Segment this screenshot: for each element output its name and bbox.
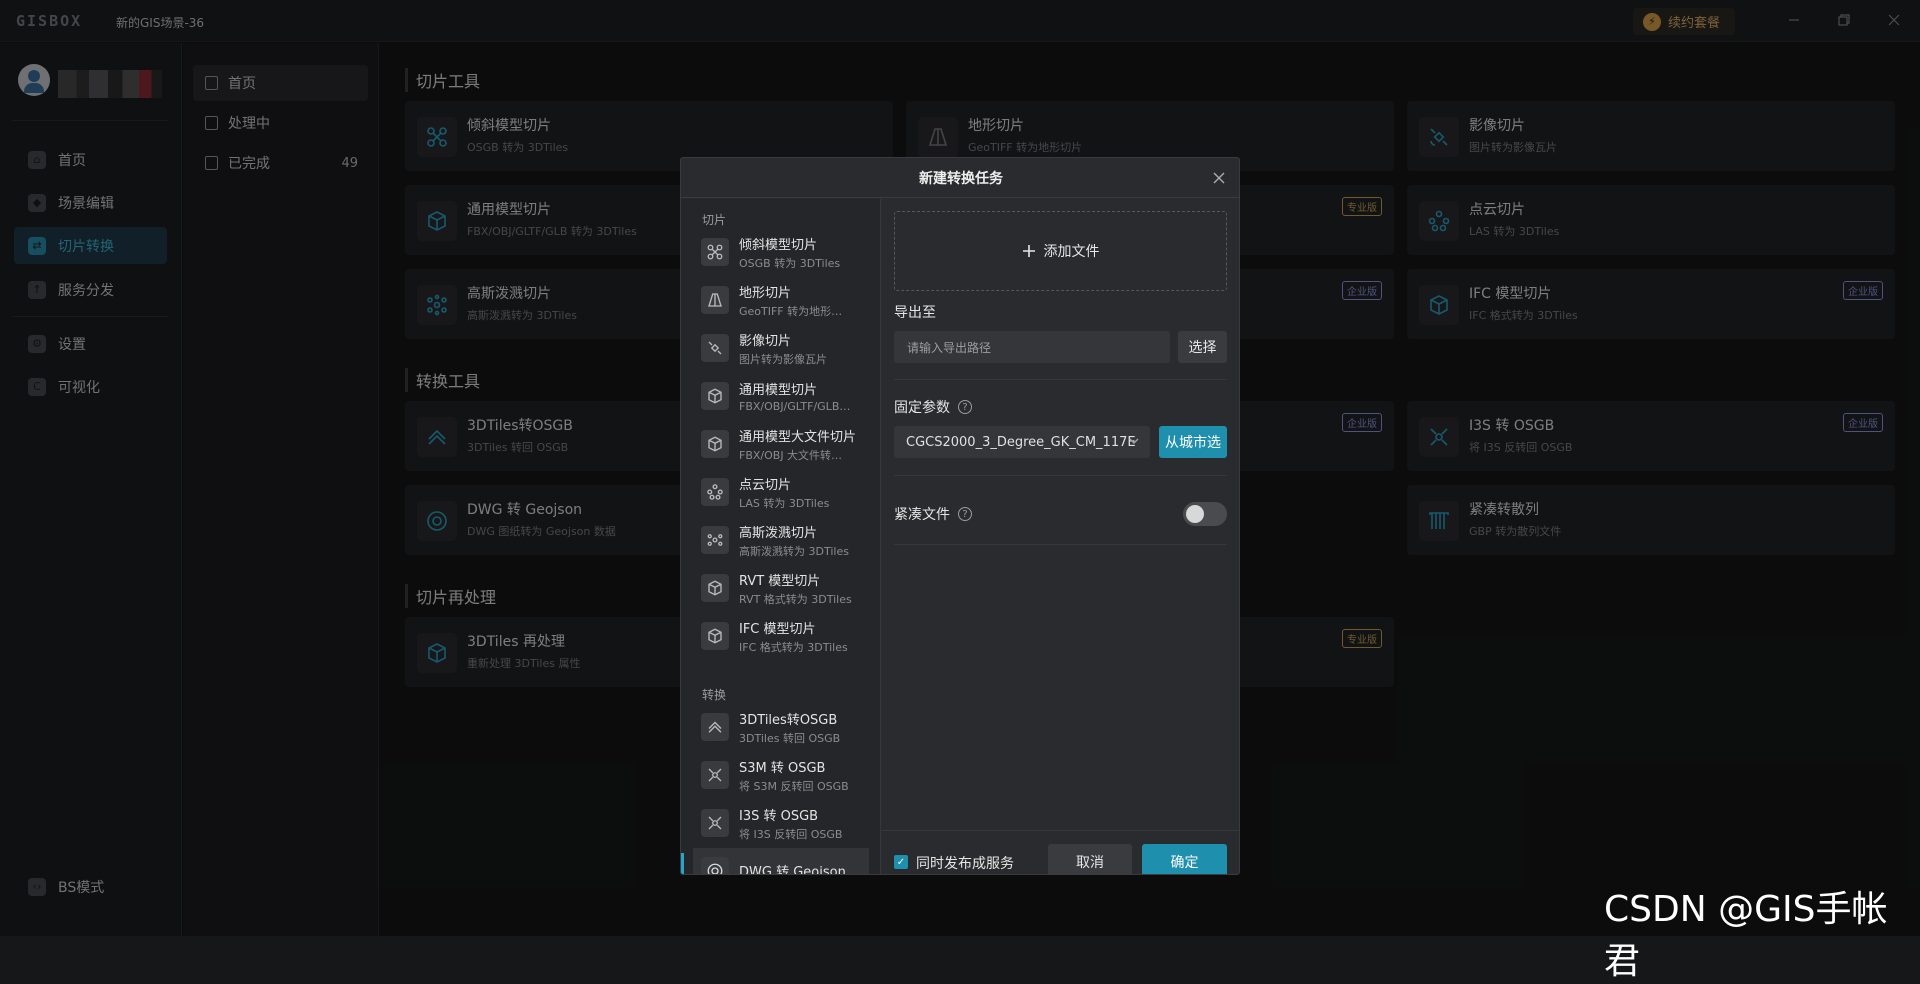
list-item-desc: 高斯泼溅转为 3DTiles — [739, 544, 849, 558]
list-item-title: 通用模型大文件切片 — [739, 429, 857, 445]
publish-label[interactable]: 同时发布成服务 — [916, 853, 1014, 873]
tool-list: 切片 倾斜模型切片 OSGB 转为 3DTiles 地形切片 GeoTIFF 转为地… — [681, 199, 881, 875]
list-item-title: S3M 转 OSGB — [739, 760, 826, 776]
crs-value: CGCS2000_3_Degree_GK_CM_117E — [906, 434, 1136, 450]
box-icon — [701, 622, 729, 650]
list-item[interactable]: 地形切片 GeoTIFF 转为地形… — [693, 277, 869, 323]
list-item-desc: 3DTiles 转回 OSGB — [739, 731, 841, 745]
close-icon[interactable] — [1211, 170, 1227, 186]
list-item-desc: FBX/OBJ/GLTF/GLB… — [739, 400, 851, 413]
list-item-title: DWG 转 Geojson — [739, 864, 846, 875]
list-item-desc: 图片转为影像瓦片 — [739, 352, 827, 366]
add-file-label: 添加文件 — [1043, 244, 1100, 260]
list-item-title: 点云切片 — [739, 477, 792, 493]
task-form: 添加文件 导出至 请输入导出路径 选择 固定参数 ? CGCS2000_3_De… — [882, 199, 1239, 874]
select-path-button[interactable]: 选择 — [1178, 331, 1227, 363]
cancel-button[interactable]: 取消 — [1048, 844, 1132, 874]
box-icon — [701, 574, 729, 602]
export-path-input[interactable]: 请输入导出路径 — [894, 331, 1170, 363]
list-item-title: 地形切片 — [739, 285, 792, 301]
form-divider — [894, 379, 1227, 380]
list-item[interactable]: 3DTiles转OSGB 3DTiles 转回 OSGB — [693, 704, 869, 750]
list-item-title: RVT 模型切片 — [739, 573, 821, 589]
terrain-icon — [701, 286, 729, 314]
layers-icon — [701, 713, 729, 741]
target-icon — [701, 857, 729, 874]
dialog-title: 新建转换任务 — [919, 170, 1003, 187]
list-item-title: 通用模型切片 — [739, 383, 818, 398]
select-from-city-button[interactable]: 从城市选 — [1159, 426, 1227, 458]
form-divider — [894, 475, 1227, 476]
box-icon — [701, 382, 729, 410]
list-item[interactable]: 通用模型切片 FBX/OBJ/GLTF/GLB… — [693, 373, 869, 419]
form-divider — [894, 544, 1227, 545]
gaussian-icon — [701, 526, 729, 554]
list-item[interactable]: 通用模型大文件切片 FBX/OBJ 大文件转… — [693, 421, 869, 467]
list-item-title: 3DTiles转OSGB — [739, 712, 838, 728]
list-item-desc: 将 S3M 反转回 OSGB — [739, 779, 849, 793]
list-item-desc: RVT 格式转为 3DTiles — [739, 592, 852, 606]
list-item-desc: FBX/OBJ 大文件转… — [739, 448, 843, 462]
dialog-header: 新建转换任务 — [681, 158, 1239, 198]
list-item-title: 影像切片 — [739, 333, 792, 349]
help-icon[interactable]: ? — [958, 507, 972, 521]
list-item[interactable]: 倾斜模型切片 OSGB 转为 3DTiles — [693, 229, 869, 275]
category-label: 切片 — [702, 213, 727, 227]
crs-select[interactable]: CGCS2000_3_Degree_GK_CM_117E — [894, 426, 1150, 458]
list-item-desc: LAS 转为 3DTiles — [739, 496, 830, 510]
export-label: 导出至 — [894, 302, 936, 322]
list-item-selected[interactable]: DWG 转 Geojson — [693, 848, 869, 875]
list-item[interactable]: RVT 模型切片 RVT 格式转为 3DTiles — [693, 565, 869, 611]
dialog-footer: ✓ 同时发布成服务 取消 确定 — [882, 830, 1239, 874]
fixed-params-text: 固定参数 — [894, 400, 950, 416]
help-icon[interactable]: ? — [958, 400, 972, 414]
list-item-desc: GeoTIFF 转为地形… — [739, 304, 843, 318]
confirm-button[interactable]: 确定 — [1142, 844, 1227, 874]
list-item-title: IFC 模型切片 — [739, 621, 816, 637]
chevron-down-icon — [1129, 438, 1139, 444]
list-item-desc: IFC 格式转为 3DTiles — [739, 640, 848, 654]
list-item-title: 倾斜模型切片 — [739, 237, 818, 253]
list-item[interactable]: 点云切片 LAS 转为 3DTiles — [693, 469, 869, 515]
s3m-icon — [701, 761, 729, 789]
list-item-title: 高斯泼溅切片 — [739, 525, 818, 541]
list-item-desc: OSGB 转为 3DTiles — [739, 256, 841, 270]
compact-toggle[interactable] — [1183, 502, 1227, 526]
list-item-title: I3S 转 OSGB — [739, 808, 819, 824]
plus-icon — [1022, 245, 1035, 257]
drone-icon — [701, 238, 729, 266]
box-icon — [701, 430, 729, 458]
list-item[interactable]: 高斯泼溅切片高斯泼溅转为 3DTiles — [693, 517, 869, 563]
compact-text: 紧凑文件 — [894, 507, 950, 523]
fixed-params-label: 固定参数 ? — [894, 397, 972, 417]
list-item[interactable]: I3S 转 OSGB 将 I3S 反转回 OSGB — [693, 800, 869, 846]
export-path-placeholder: 请输入导出路径 — [907, 340, 992, 355]
export-label-text: 导出至 — [894, 305, 936, 321]
list-item[interactable]: 影像切片图片转为影像瓦片 — [693, 325, 869, 371]
category-label: 转换 — [702, 688, 727, 702]
new-task-dialog: 新建转换任务 切片 倾斜模型切片 OSGB 转为 3DTiles 地形切片 GeoT… — [680, 157, 1240, 875]
point-cloud-icon — [701, 478, 729, 506]
list-item[interactable]: S3M 转 OSGB 将 S3M 反转回 OSGB — [693, 752, 869, 798]
selection-indicator — [681, 853, 684, 874]
satellite-icon — [701, 334, 729, 362]
i3s-icon — [701, 809, 729, 837]
publish-checkbox[interactable]: ✓ — [894, 855, 908, 869]
add-file-dropzone[interactable]: 添加文件 — [894, 211, 1227, 291]
list-item-desc: 将 I3S 反转回 OSGB — [739, 827, 843, 841]
compact-label: 紧凑文件 ? — [894, 504, 972, 524]
list-item[interactable]: IFC 模型切片 IFC 格式转为 3DTiles — [693, 613, 869, 659]
watermark: CSDN @GIS手帐君 — [1604, 889, 1888, 982]
